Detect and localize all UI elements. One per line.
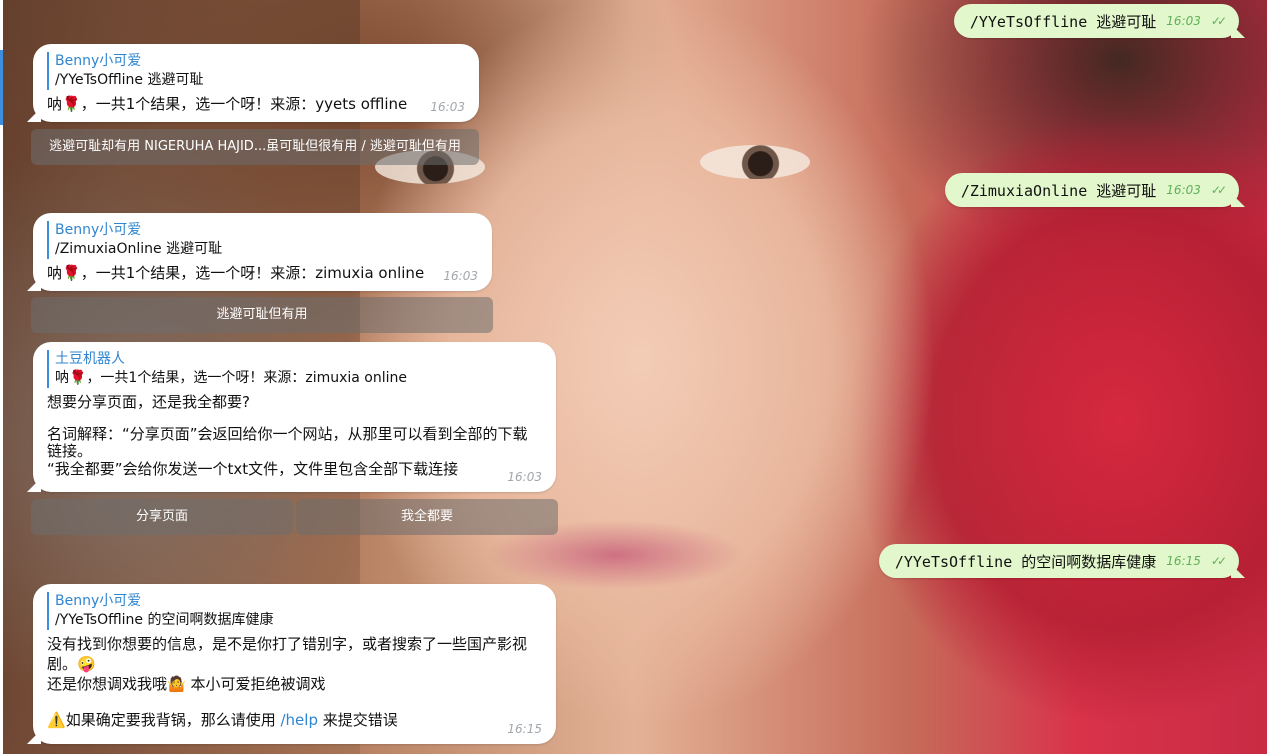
reply-author: Benny小可爱	[55, 222, 142, 238]
reply-author: Benny小可爱	[55, 593, 142, 609]
rose-icon: 🌹	[69, 370, 87, 386]
message-line: ⚠️如果确定要我背锅，那么请使用 /help 来提交错误	[47, 710, 542, 730]
reply-prefix: 呐	[55, 370, 69, 386]
reply-text: /YYeTsOffline 的空间啊数据库健康	[55, 612, 274, 628]
message-body: 本小可爱拒绝被调戏	[185, 675, 326, 693]
wallpaper-eye-right	[700, 145, 810, 179]
message-line: 还是你想调戏我哦🤷 本小可爱拒绝被调戏	[47, 674, 542, 694]
message-body: 没有找到你想要的信息，是不是你打了错别字，或者搜索了一些国产影视剧。	[47, 635, 528, 673]
reply-quote[interactable]: Benny小可爱 /ZimuxiaOnline 逃避可耻	[47, 221, 478, 259]
reply-quote[interactable]: Benny小可爱 /YYeTsOffline 逃避可耻	[47, 52, 465, 90]
message-line: 名词解释：“分享页面”会返回给你一个网站，从那里可以看到全部的下载链接。	[47, 425, 528, 460]
reply-quote[interactable]: Benny小可爱 /YYeTsOffline 的空间啊数据库健康	[47, 592, 542, 630]
message-body: ，一共1个结果，选一个呀！来源：yyets offline	[80, 95, 408, 113]
outgoing-message[interactable]: /ZimuxiaOnline 逃避可耻 16:03 ✓✓	[944, 173, 1239, 207]
incoming-message[interactable]: Benny小可爱 /YYeTsOffline 逃避可耻 呐🌹，一共1个结果，选一…	[33, 44, 479, 122]
message-body: 还是你想调戏我哦	[47, 675, 168, 693]
crazy-face-icon: 🤪	[77, 655, 96, 673]
outgoing-message[interactable]: /YYeTsOffline 的空间啊数据库健康 16:15 ✓✓	[878, 544, 1239, 578]
message-prefix: 呐	[47, 95, 63, 113]
reply-text: /YYeTsOffline 逃避可耻	[55, 72, 204, 88]
message-text: /ZimuxiaOnline 逃避可耻	[961, 180, 1156, 201]
message-time: 16:15	[1166, 554, 1201, 568]
reply-text: /ZimuxiaOnline 逃避可耻	[55, 241, 223, 257]
rose-icon: 🌹	[62, 95, 81, 113]
incoming-message[interactable]: Benny小可爱 /YYeTsOffline 的空间啊数据库健康 没有找到你想要…	[33, 584, 556, 744]
rose-icon: 🌹	[62, 264, 81, 282]
help-command-link[interactable]: /help	[280, 711, 317, 729]
query-text: 逃避可耻	[1096, 181, 1157, 200]
reply-author: Benny小可爱	[55, 53, 142, 69]
read-check-icon: ✓✓	[1210, 554, 1227, 568]
message-line: 想要分享页面，还是我全都要?	[47, 393, 250, 411]
reply-quote[interactable]: 土豆机器人 呐🌹，一共1个结果，选一个呀！来源：zimuxia online	[47, 350, 542, 388]
incoming-message[interactable]: 土豆机器人 呐🌹，一共1个结果，选一个呀！来源：zimuxia online 想…	[33, 342, 556, 492]
shrug-icon: 🤷	[167, 675, 186, 693]
inline-button-share-page[interactable]: 分享页面	[31, 499, 293, 535]
message-line: “我全都要”会给你发送一个txt文件，文件里包含全部下载连接	[47, 460, 459, 478]
command-text: /YYeTsOffline	[969, 12, 1088, 31]
message-time: 16:03	[430, 100, 465, 114]
message-body: ，一共1个结果，选一个呀！来源：zimuxia online	[80, 264, 425, 282]
message-text: 呐🌹，一共1个结果，选一个呀！来源：zimuxia online	[47, 263, 478, 283]
query-text: 逃避可耻	[1096, 12, 1157, 31]
reply-text: 呐🌹，一共1个结果，选一个呀！来源：zimuxia online	[55, 369, 542, 388]
reply-body: ，一共1个结果，选一个呀！来源：zimuxia online	[86, 370, 408, 386]
message-time: 16:15	[507, 722, 542, 736]
message-text: 呐🌹，一共1个结果，选一个呀！来源：yyets offline	[47, 94, 465, 114]
message-time: 16:03	[443, 269, 478, 283]
message-line: 没有找到你想要的信息，是不是你打了错别字，或者搜索了一些国产影视剧。🤪	[47, 634, 542, 674]
warning-icon: ⚠️	[47, 711, 66, 729]
message-time: 16:03	[507, 470, 542, 484]
message-time: 16:03	[1166, 14, 1201, 28]
command-text: /ZimuxiaOnline	[960, 181, 1088, 200]
inline-button-result[interactable]: 逃避可耻但有用	[31, 297, 493, 333]
inline-button-result[interactable]: 逃避可耻却有用 NIGERUHA HAJID...虽可耻但很有用 / 逃避可耻但…	[31, 129, 479, 165]
message-text: /YYeTsOffline 逃避可耻	[970, 11, 1156, 32]
query-text: 的空间啊数据库健康	[1021, 552, 1157, 571]
message-prefix: 呐	[47, 264, 63, 282]
message-body: 如果确定要我背锅，那么请使用	[65, 711, 276, 729]
outgoing-message[interactable]: /YYeTsOffline 逃避可耻 16:03 ✓✓	[953, 4, 1239, 38]
message-body: 来提交错误	[322, 711, 398, 729]
reply-author: 土豆机器人	[55, 351, 125, 367]
command-text: /YYeTsOffline	[894, 552, 1013, 571]
read-check-icon: ✓✓	[1210, 183, 1227, 197]
read-check-icon: ✓✓	[1210, 14, 1227, 28]
incoming-message[interactable]: Benny小可爱 /ZimuxiaOnline 逃避可耻 呐🌹，一共1个结果，选…	[33, 213, 492, 291]
inline-button-get-all[interactable]: 我全都要	[296, 499, 558, 535]
window-edge-accent	[0, 50, 3, 125]
message-text: /YYeTsOffline 的空间啊数据库健康	[895, 551, 1156, 572]
message-time: 16:03	[1166, 183, 1201, 197]
